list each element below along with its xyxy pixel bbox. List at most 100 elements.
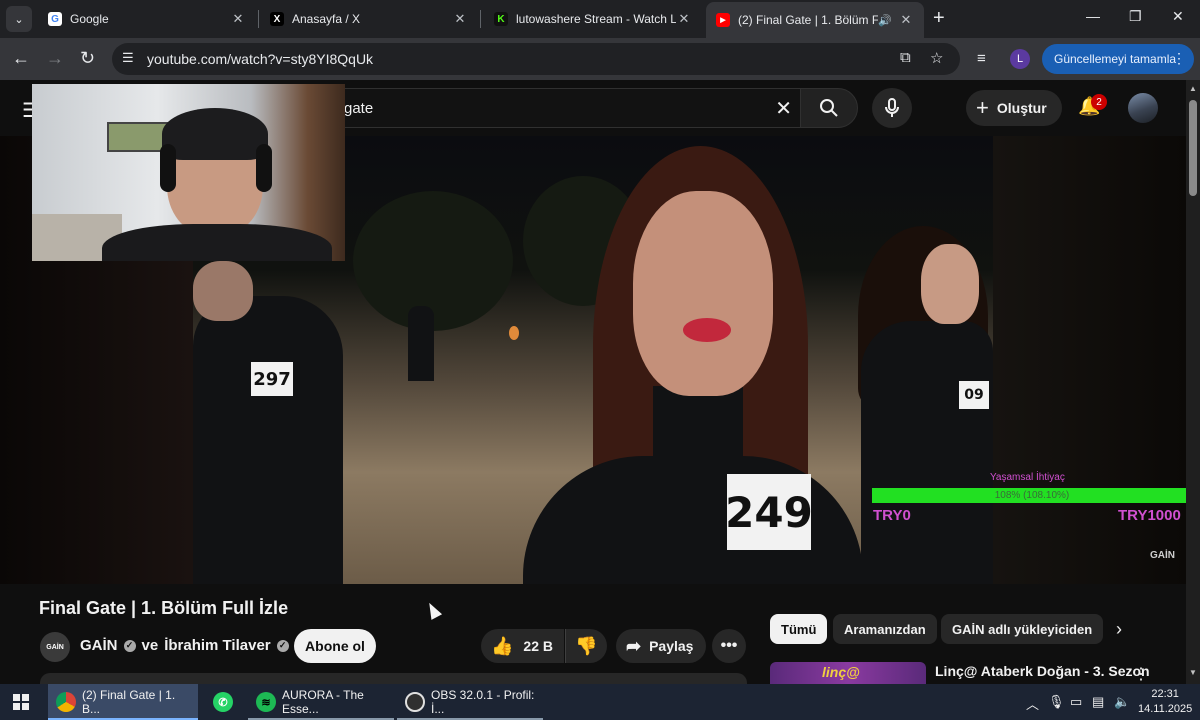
fire-light xyxy=(509,326,519,340)
collaborator-name[interactable]: İbrahim Tilaver xyxy=(164,637,270,654)
streamer-beanie xyxy=(162,108,268,160)
profile-avatar[interactable]: L xyxy=(1010,49,1030,69)
audio-playing-icon[interactable]: 🔊 xyxy=(878,14,892,27)
youtube-icon: ▶ xyxy=(716,13,730,27)
taskbar-item-label: AURORA - The Esse... xyxy=(282,688,364,716)
overlay-goal-min: TRY0 xyxy=(873,507,911,524)
subscribe-button[interactable]: Abone ol xyxy=(294,629,376,663)
recommendation-menu-icon[interactable]: ⋮ xyxy=(1133,664,1149,684)
contestant-right xyxy=(861,321,993,584)
bookmark-star-icon[interactable]: ☆ xyxy=(930,49,943,67)
bib-number: 297 xyxy=(251,362,293,396)
kick-icon: K xyxy=(494,12,508,26)
scroll-thumb[interactable] xyxy=(1189,100,1197,196)
tray-microphone-icon[interactable]: 🎙 xyxy=(1048,694,1065,710)
tab-x[interactable]: X Anasayfa / X ✕ xyxy=(260,4,478,34)
channel-name[interactable]: GAİN xyxy=(80,637,118,654)
taskbar-chrome[interactable]: (2) Final Gate | 1. B... xyxy=(48,684,198,720)
page-scrollbar[interactable]: ▲ ▼ xyxy=(1186,80,1200,684)
tree xyxy=(353,191,513,331)
chevron-right-icon[interactable]: › xyxy=(1116,619,1122,640)
update-label: Güncellemeyi tamamla xyxy=(1054,52,1177,66)
windows-start-icon[interactable] xyxy=(13,694,29,710)
like-button[interactable]: 👍 22 B xyxy=(481,629,564,663)
thumbs-up-icon: 👍 xyxy=(491,635,514,656)
address-bar[interactable]: ☰ youtube.com/watch?v=sty8YI8QqUk ⧉ ☆ xyxy=(112,43,960,75)
menu-dots-icon[interactable]: ⋮ xyxy=(1172,50,1186,67)
contestant-lips xyxy=(683,318,731,342)
chip-all[interactable]: Tümü xyxy=(770,614,828,644)
media-controls-icon[interactable]: ≡ xyxy=(977,50,986,67)
microphone-icon xyxy=(885,98,899,117)
minimize-button[interactable]: — xyxy=(1086,8,1100,24)
reload-button[interactable]: ↻ xyxy=(80,48,95,68)
overlay-goal-max: TRY1000 xyxy=(1118,507,1181,524)
channel-names: GAİN ✓ ve İbrahim Tilaver ✓ xyxy=(80,637,289,654)
taskbar-item-label: (2) Final Gate | 1. B... xyxy=(82,688,176,716)
new-tab-button[interactable]: + xyxy=(933,8,945,28)
tab-close-icon[interactable]: ✕ xyxy=(452,11,468,27)
system-clock[interactable]: 22:31 14.11.2025 xyxy=(1138,687,1192,717)
obs-icon xyxy=(405,692,425,712)
forward-button[interactable]: → xyxy=(46,48,64,68)
tab-google[interactable]: G Google ✕ xyxy=(38,4,256,34)
create-label: Oluştur xyxy=(996,100,1047,116)
plus-icon: + xyxy=(976,95,989,120)
share-button[interactable]: ➦ Paylaş xyxy=(616,629,706,663)
update-button[interactable]: Güncellemeyi tamamla ⋮ xyxy=(1042,44,1194,74)
tab-title: Anasayfa / X xyxy=(292,12,361,26)
thumbnail-text: linç@ xyxy=(822,664,860,680)
scroll-up-arrow-icon[interactable]: ▲ xyxy=(1189,84,1197,93)
headset-right xyxy=(256,144,272,192)
site-info-icon[interactable]: ☰ xyxy=(122,50,134,66)
chip-from-search[interactable]: Aramanızdan xyxy=(833,614,937,644)
share-label: Paylaş xyxy=(649,638,694,654)
like-count: 22 B xyxy=(523,638,553,654)
tab-kick[interactable]: K lutowashere Stream - Watch Liv ✕ xyxy=(484,4,702,34)
contestant-face xyxy=(193,261,253,321)
more-actions-button[interactable]: ••• xyxy=(712,629,746,663)
dislike-button[interactable]: 👎 xyxy=(565,629,607,663)
bib-number: 09 xyxy=(959,381,989,409)
bib-number: 249 xyxy=(725,474,813,550)
browser-toolbar: ← → ↻ ☰ youtube.com/watch?v=sty8YI8QqUk … xyxy=(0,38,1200,80)
taskbar-spotify[interactable]: ≋ AURORA - The Esse... xyxy=(248,684,394,720)
scroll-down-arrow-icon[interactable]: ▼ xyxy=(1189,668,1197,677)
tab-close-icon[interactable]: ✕ xyxy=(676,11,692,27)
url-text[interactable]: youtube.com/watch?v=sty8YI8QqUk xyxy=(147,51,373,67)
tab-close-icon[interactable]: ✕ xyxy=(230,11,246,27)
back-button[interactable]: ← xyxy=(12,48,30,68)
verified-check-icon: ✓ xyxy=(276,639,289,652)
windows-taskbar: (2) Final Gate | 1. B... ✆ ≋ AURORA - Th… xyxy=(0,684,1200,720)
recommendation-title[interactable]: Linç@ Ataberk Doğan - 3. Sezon xyxy=(935,663,1150,679)
search-input[interactable]: gate ✕ xyxy=(315,88,800,128)
clock-date: 14.11.2025 xyxy=(1138,703,1193,715)
x-icon: X xyxy=(270,12,284,26)
headset-left xyxy=(160,144,176,192)
recommendation-thumbnail[interactable]: linç@ xyxy=(770,662,926,684)
tab-title: (2) Final Gate | 1. Bölüm Full xyxy=(738,13,879,27)
taskbar-obs[interactable]: OBS 32.0.1 - Profil: İ... xyxy=(397,684,543,720)
tray-battery-icon[interactable]: ▭ xyxy=(1070,694,1082,710)
voice-search-button[interactable] xyxy=(872,88,912,128)
tab-close-icon[interactable]: ✕ xyxy=(898,12,914,28)
clear-search-icon[interactable]: ✕ xyxy=(775,96,792,121)
install-app-icon[interactable]: ⧉ xyxy=(900,49,911,66)
verified-check-icon: ✓ xyxy=(123,639,136,652)
tab-separator xyxy=(258,10,259,28)
channel-avatar[interactable]: GAİN xyxy=(40,632,70,662)
account-avatar[interactable] xyxy=(1128,93,1158,123)
contestant-face xyxy=(633,191,773,396)
create-button[interactable]: + Oluştur xyxy=(966,90,1062,126)
close-window-button[interactable]: ✕ xyxy=(1172,8,1184,25)
chip-from-uploader[interactable]: GAİN adlı yükleyiciden xyxy=(941,614,1104,644)
taskbar-whatsapp[interactable]: ✆ xyxy=(205,684,239,720)
tray-volume-icon[interactable]: 🔈 xyxy=(1114,694,1130,710)
tray-overflow-chevron-icon[interactable]: ︿ xyxy=(1026,694,1039,713)
search-button[interactable] xyxy=(800,88,858,128)
search-query[interactable]: gate xyxy=(344,100,373,117)
restore-button[interactable]: ❐ xyxy=(1129,8,1142,25)
tray-network-icon[interactable]: ▤ xyxy=(1092,694,1104,710)
tab-youtube-active[interactable]: ▶ (2) Final Gate | 1. Bölüm Full 🔊 ✕ xyxy=(706,2,924,38)
tab-search-menu-button[interactable]: ⌄ xyxy=(6,6,32,32)
